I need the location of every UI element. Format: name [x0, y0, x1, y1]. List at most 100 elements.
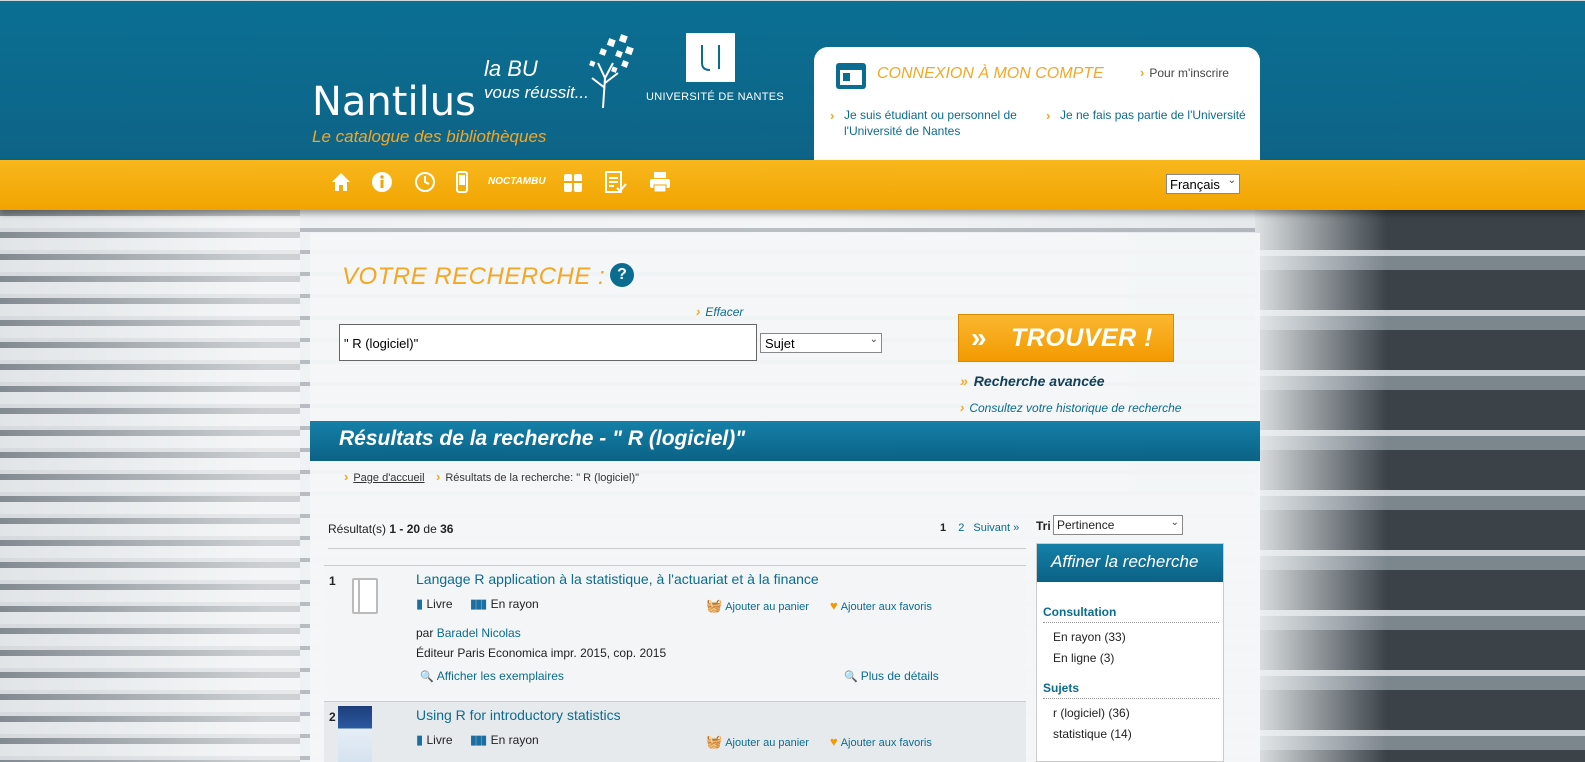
book-cover-thumbnail[interactable] — [338, 706, 372, 762]
count-prefix: Résultat(s) — [328, 522, 387, 536]
refine-item-label: statistique — [1053, 727, 1108, 741]
language-value: Français — [1170, 177, 1220, 192]
show-copies-link[interactable]: 🔍 Afficher les exemplaires — [420, 669, 564, 683]
result-type: Livre — [426, 597, 453, 611]
login-external-label: Je ne fais pas partie de l'Université — [1060, 108, 1246, 122]
chevron-right-icon: › — [1140, 65, 1145, 80]
double-chevron-icon: » — [971, 322, 988, 353]
search-field-value: Sujet — [765, 336, 795, 351]
find-button[interactable]: » TROUVER ! — [958, 314, 1174, 362]
refine-item-count: (14) — [1110, 727, 1132, 741]
refine-subject-item[interactable]: statistique (14) — [1053, 727, 1132, 741]
add-fav-label: Ajouter aux favoris — [840, 601, 932, 613]
search-input[interactable]: " R (logiciel)" — [339, 324, 757, 361]
account-login-title[interactable]: CONNEXION À MON COMPTE — [877, 65, 1104, 83]
tree-logo-icon — [589, 34, 634, 108]
login-student-label: Je suis étudiant ou personnel de l'Unive… — [844, 108, 1017, 138]
count-range: 1 - 20 — [389, 522, 421, 536]
next-page-link[interactable]: Suivant » — [973, 522, 1019, 534]
refine-title: Affiner la recherche — [1037, 544, 1223, 582]
result-number: 2 — [329, 710, 336, 724]
help-icon[interactable]: ? — [610, 263, 634, 287]
add-to-cart-button[interactable]: 🧺 Ajouter au panier — [706, 598, 809, 614]
basket-icon: 🧺 — [706, 734, 723, 749]
result-item: 1 Langage R application à la statistique… — [324, 565, 1026, 699]
mobile-icon[interactable] — [455, 170, 469, 194]
search-panel: VOTRE RECHERCHE : ? › Effacer " R (logici… — [310, 233, 1260, 421]
show-copies-label: Afficher les exemplaires — [436, 669, 564, 683]
add-cart-label: Ajouter au panier — [725, 737, 809, 749]
sort-select[interactable]: Pertinence ⌄ — [1053, 515, 1183, 535]
chevron-right-icon: › — [696, 304, 701, 319]
bottles-icon[interactable] — [562, 170, 584, 194]
chevron-right-icon: › — [436, 469, 441, 484]
add-to-favorites-button[interactable]: ♥ Ajouter aux favoris — [830, 734, 932, 749]
print-icon[interactable] — [648, 170, 672, 194]
refine-subject-item[interactable]: r (logiciel) (36) — [1053, 706, 1130, 720]
pager: 1 2 Suivant » — [940, 522, 1025, 534]
clock-icon[interactable] — [414, 170, 436, 194]
magnifier-icon: 🔍 — [844, 671, 858, 683]
result-status: En rayon — [490, 733, 539, 747]
result-status: En rayon — [490, 597, 539, 611]
author-link[interactable]: Baradel Nicolas — [437, 626, 521, 640]
clear-link[interactable]: › Effacer — [696, 304, 743, 319]
more-details-link[interactable]: 🔍 Plus de détails — [844, 669, 939, 683]
refine-consultation-item[interactable]: En ligne (3) — [1053, 651, 1114, 665]
breadcrumb: › Page d'accueil › Résultats de la recherc… — [310, 461, 1260, 495]
basket-icon: 🧺 — [706, 598, 723, 613]
book-placeholder-icon — [352, 578, 378, 614]
search-field-select[interactable]: Sujet ⌄ — [760, 333, 882, 353]
refine-item-label: r (logiciel) — [1053, 706, 1106, 720]
labu-logo: la BU vous réussit... — [484, 57, 589, 105]
advanced-search-link[interactable]: » Recherche avancée — [960, 373, 1105, 389]
find-button-label: TROUVER ! — [1011, 324, 1153, 352]
background-window — [0, 210, 300, 762]
register-label: Pour m'inscrire — [1149, 66, 1229, 80]
book-icon: ▮ — [416, 732, 424, 747]
background-bookshelves — [1255, 210, 1585, 762]
refine-item-count: (3) — [1099, 651, 1115, 665]
page-2-link[interactable]: 2 — [958, 522, 964, 534]
register-link[interactable]: › Pour m'inscrire — [1140, 65, 1229, 80]
history-link[interactable]: › Consultez votre historique de recherche — [960, 400, 1181, 415]
shelf-icon: ▮▮▮ — [469, 596, 488, 611]
add-fav-label: Ajouter aux favoris — [840, 737, 932, 749]
brand-title[interactable]: Nantilus — [312, 79, 476, 125]
magnifier-icon: 🔍 — [420, 671, 434, 683]
double-chevron-icon: » — [960, 373, 968, 389]
count-total: 36 — [440, 522, 454, 536]
login-external-link[interactable]: › Je ne fais pas partie de l'Université — [1046, 107, 1250, 123]
refine-consultation-heading: Consultation — [1043, 605, 1219, 623]
refine-item-count: (33) — [1104, 630, 1126, 644]
refine-subjects-heading: Sujets — [1043, 681, 1219, 699]
calendar-id-icon — [836, 63, 866, 89]
info-icon[interactable] — [371, 170, 393, 194]
heart-icon: ♥ — [830, 734, 838, 749]
result-item: 2 Using R for introductory statistics ▮ … — [324, 701, 1026, 762]
more-details-label: Plus de détails — [860, 669, 939, 683]
login-student-link[interactable]: › Je suis étudiant ou personnel de l'Univ… — [830, 107, 1044, 139]
chevron-down-icon: ⌄ — [869, 334, 878, 345]
account-panel: CONNEXION À MON COMPTE › Pour m'inscrire … — [814, 47, 1260, 161]
breadcrumb-home-link[interactable]: Page d'accueil — [353, 472, 424, 484]
sort-value: Pertinence — [1057, 518, 1115, 532]
noctambu-icon[interactable]: NOCTAMBU — [488, 170, 546, 194]
language-select[interactable]: Français ⌄ — [1166, 174, 1240, 194]
chevron-right-icon: › — [830, 108, 835, 123]
refine-consultation-item[interactable]: En rayon (33) — [1053, 630, 1126, 644]
result-title-link[interactable]: Using R for introductory statistics — [416, 707, 621, 723]
breadcrumb-current: Résultats de la recherche: " R (logiciel… — [445, 472, 640, 484]
add-to-cart-button[interactable]: 🧺 Ajouter au panier — [706, 734, 809, 750]
book-icon: ▮ — [416, 596, 424, 611]
university-logo[interactable] — [686, 33, 735, 82]
search-title: VOTRE RECHERCHE : — [342, 263, 606, 290]
result-title-link[interactable]: Langage R application à la statistique, … — [416, 571, 819, 587]
home-icon[interactable] — [330, 170, 352, 194]
result-meta: ▮ Livre ▮▮▮ En rayon — [416, 596, 539, 612]
add-to-favorites-button[interactable]: ♥ Ajouter aux favoris — [830, 598, 932, 613]
results-banner: Résultats de la recherche - " R (logicie… — [310, 421, 1260, 461]
chevron-down-icon: ⌄ — [1170, 517, 1179, 528]
author-prefix: par — [416, 626, 434, 640]
checklist-icon[interactable] — [604, 170, 628, 194]
